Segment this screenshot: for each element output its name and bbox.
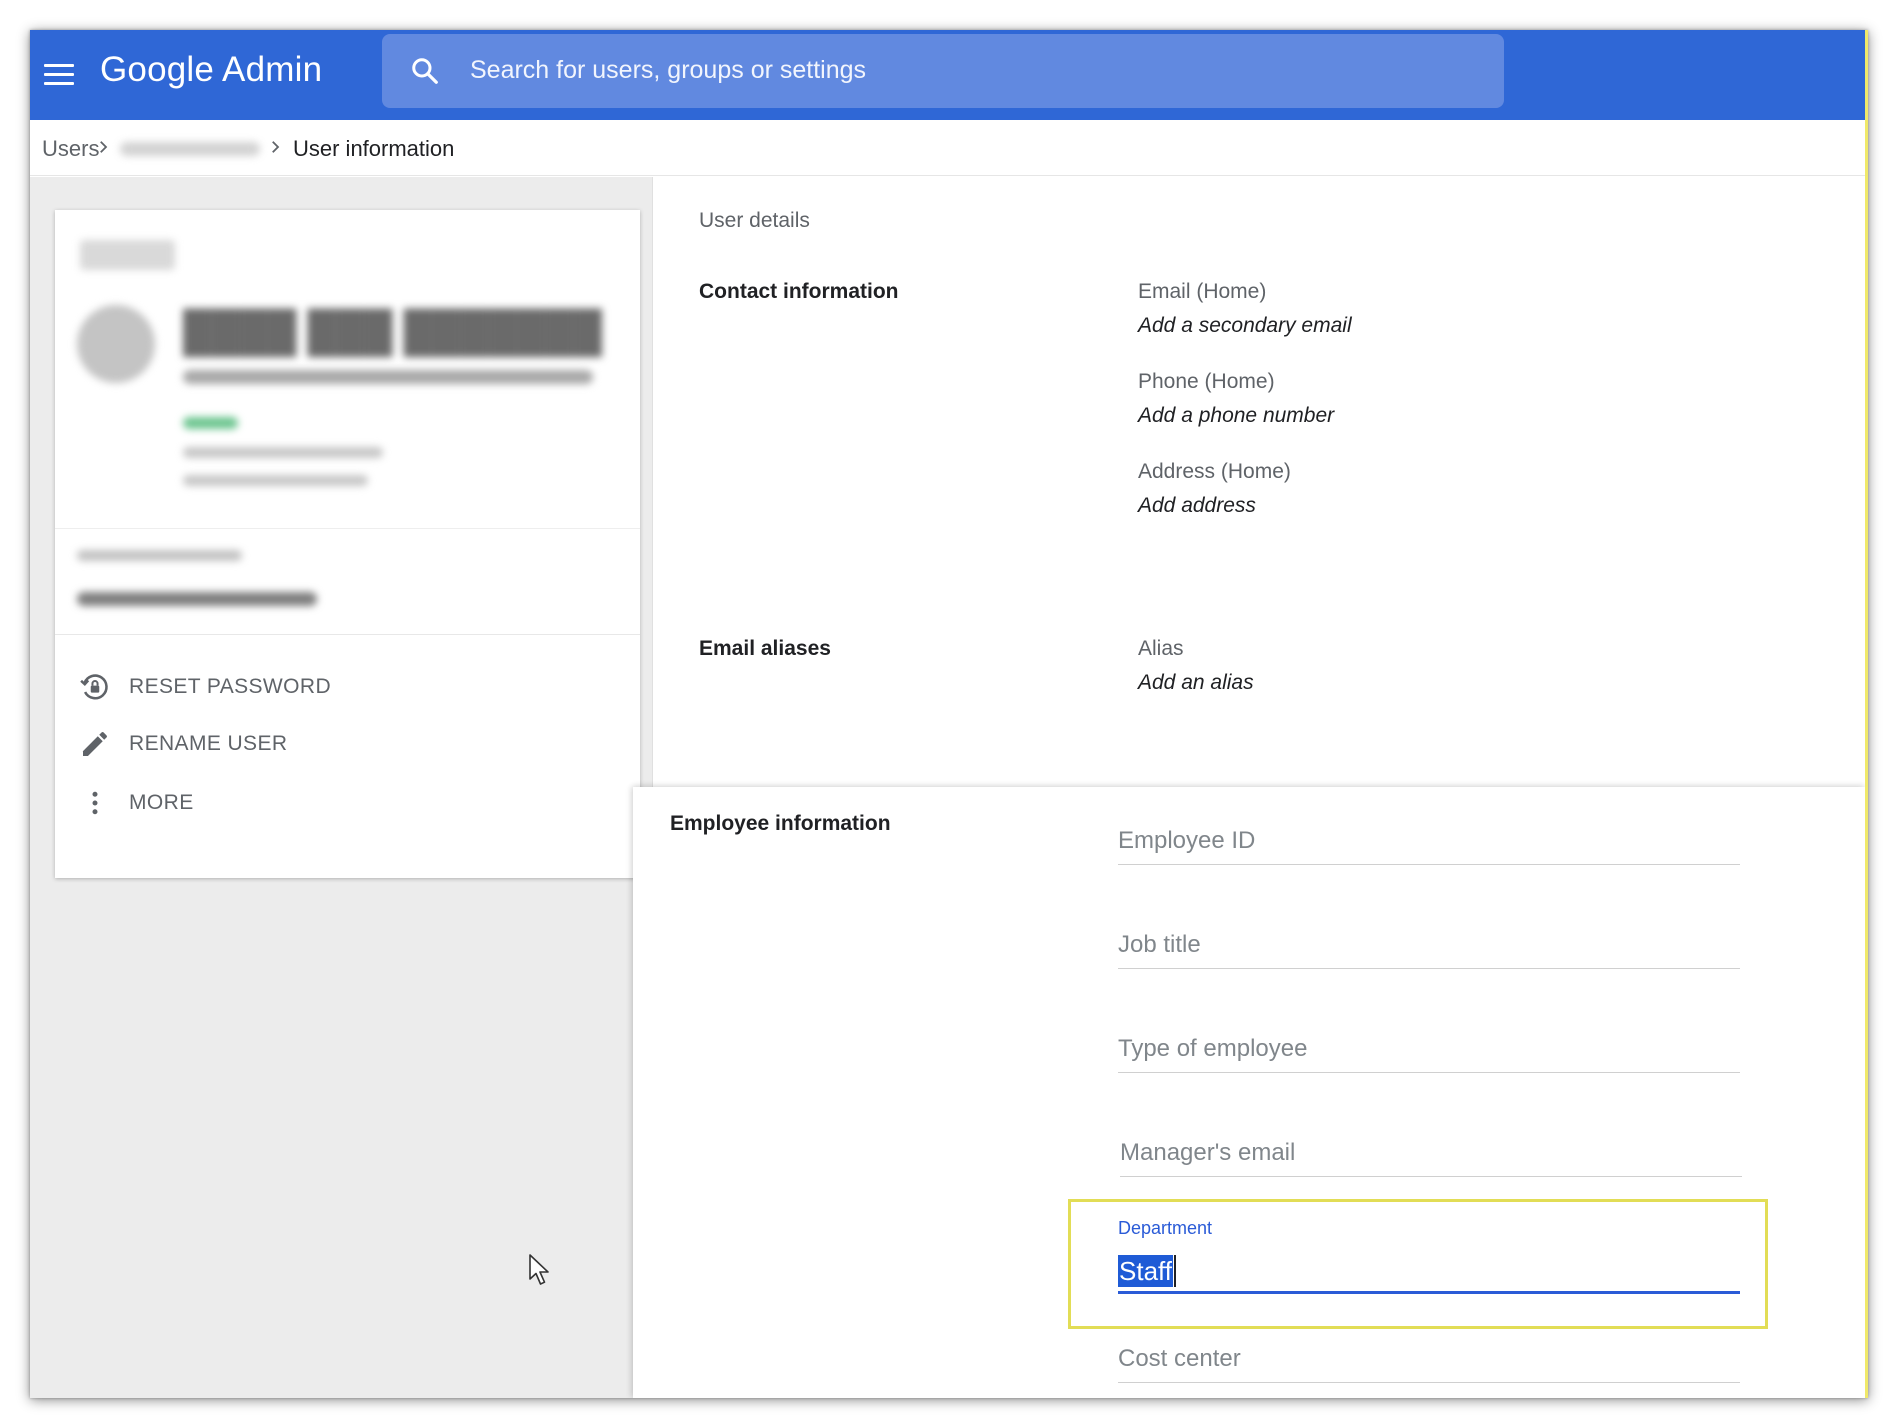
add-alias-link[interactable]: Add an alias	[1138, 671, 1254, 695]
text-caret	[1174, 1255, 1176, 1287]
mouse-pointer-icon	[529, 1254, 549, 1285]
breadcrumb-user-name-redacted[interactable]	[120, 142, 260, 156]
type-of-employee-placeholder: Type of employee	[1118, 1035, 1308, 1062]
employee-id-field[interactable]: Employee ID	[1118, 821, 1740, 865]
cost-center-placeholder: Cost center	[1118, 1345, 1241, 1372]
email-home-label: Email (Home)	[1138, 280, 1267, 303]
hamburger-menu-icon[interactable]	[44, 60, 74, 90]
more-label: MORE	[129, 791, 194, 814]
chevron-right-icon	[100, 141, 108, 153]
managers-email-field[interactable]: Manager's email	[1120, 1133, 1742, 1177]
avatar	[77, 305, 155, 383]
add-secondary-email-link[interactable]: Add a secondary email	[1138, 314, 1352, 338]
alias-label: Alias	[1138, 637, 1184, 660]
chevron-right-icon	[272, 141, 280, 153]
user-email-redacted	[183, 370, 593, 384]
organizational-unit-value-redacted[interactable]	[77, 592, 317, 606]
rename-user-button[interactable]: RENAME USER	[77, 722, 617, 766]
pencil-icon	[77, 726, 113, 762]
reset-password-button[interactable]: RESET PASSWORD	[77, 665, 617, 709]
employee-id-placeholder: Employee ID	[1118, 827, 1256, 854]
user-details-heading: User details	[699, 209, 810, 232]
user-active-status-redacted	[183, 417, 238, 429]
admin-window: Google Admin Search for users, groups or…	[30, 30, 1868, 1398]
employee-information-title: Employee information	[670, 812, 891, 835]
add-address-link[interactable]: Add address	[1138, 494, 1256, 518]
created-date-redacted	[183, 475, 368, 486]
divider	[55, 634, 640, 635]
department-value-selected: Staff	[1118, 1255, 1174, 1287]
breadcrumb-users[interactable]: Users	[42, 136, 99, 162]
user-status-tag-redacted	[80, 240, 175, 270]
job-title-placeholder: Job title	[1118, 931, 1201, 958]
rename-user-label: RENAME USER	[129, 732, 288, 755]
search-input[interactable]: Search for users, groups or settings	[382, 34, 1504, 108]
contact-information-title: Contact information	[699, 280, 899, 303]
more-vert-icon	[77, 785, 113, 821]
phone-home-label: Phone (Home)	[1138, 370, 1275, 393]
department-label: Department	[1118, 1218, 1213, 1238]
add-phone-number-link[interactable]: Add a phone number	[1138, 404, 1334, 428]
employee-information-panel: Employee information Employee ID Job tit…	[633, 787, 1865, 1398]
user-name-redacted: ████ ███ ███████	[183, 310, 602, 354]
reset-password-label: RESET PASSWORD	[129, 675, 332, 698]
divider	[55, 528, 640, 529]
user-details-panel: User details Contact information Email (…	[652, 177, 1865, 787]
breadcrumb-current: User information	[293, 136, 455, 161]
department-field-highlight: Department Staff	[1068, 1199, 1768, 1329]
last-sign-in-redacted	[183, 447, 383, 458]
job-title-field[interactable]: Job title	[1118, 925, 1740, 969]
organizational-unit-label-redacted	[77, 550, 242, 561]
breadcrumb: Users User information	[30, 120, 1865, 176]
cost-center-field[interactable]: Cost center	[1118, 1339, 1740, 1383]
top-app-bar: Google Admin Search for users, groups or…	[30, 30, 1865, 120]
lock-reset-icon	[77, 669, 113, 705]
managers-email-placeholder: Manager's email	[1120, 1139, 1296, 1166]
app-title[interactable]: Google Admin	[100, 50, 322, 90]
search-icon[interactable]	[410, 56, 440, 86]
type-of-employee-field[interactable]: Type of employee	[1118, 1029, 1740, 1073]
more-button[interactable]: MORE	[77, 781, 617, 825]
address-home-label: Address (Home)	[1138, 460, 1291, 483]
search-placeholder: Search for users, groups or settings	[470, 56, 867, 84]
email-aliases-title: Email aliases	[699, 637, 831, 660]
department-input[interactable]: Staff	[1118, 1252, 1740, 1294]
user-profile-card: ████ ███ ███████ RESET PASSWORD RENAME U…	[55, 210, 640, 878]
